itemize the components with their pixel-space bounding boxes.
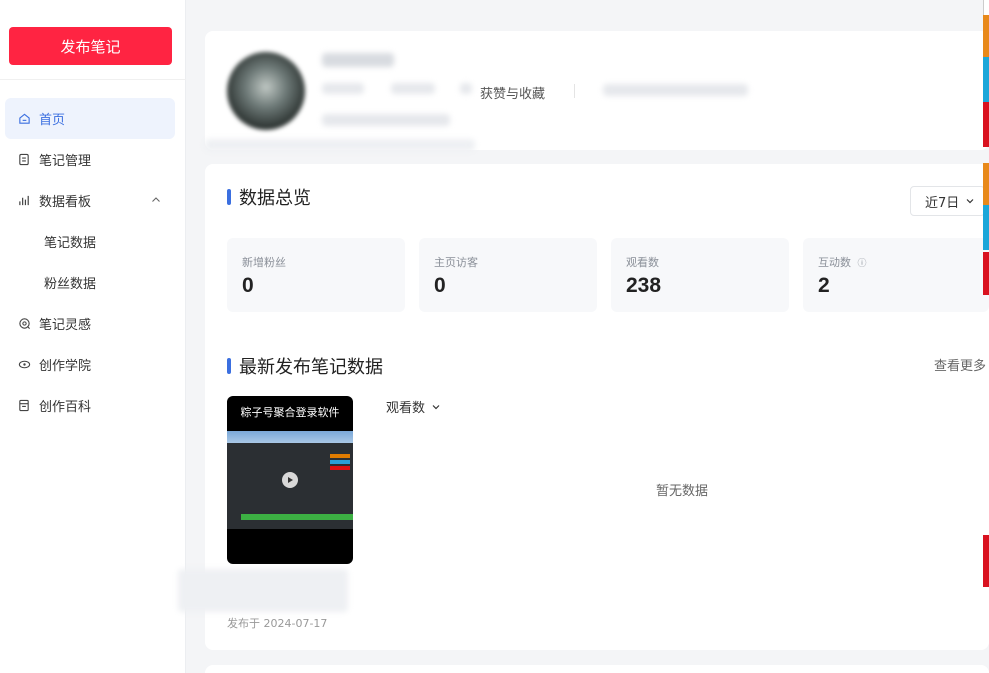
stat-label: 新增粉丝	[242, 256, 286, 269]
date-range-value: 近7日	[925, 195, 960, 211]
redacted-text	[322, 83, 364, 94]
stat-label: 观看数	[626, 256, 659, 269]
academy-icon	[17, 358, 31, 372]
view-more-link[interactable]: 查看更多	[934, 355, 986, 374]
redacted-text	[603, 84, 748, 96]
stat-profile-visitors[interactable]: 主页访客 0	[419, 238, 597, 312]
metric-select[interactable]: 观看数	[386, 397, 441, 416]
thumbnail-detail	[330, 454, 350, 458]
stat-value: 0	[434, 274, 446, 297]
sidebar-item-label: 笔记管理	[39, 154, 92, 169]
divider	[574, 84, 575, 98]
title-accent-bar	[227, 189, 231, 205]
redacted-bio	[322, 114, 450, 126]
stat-label: 主页访客	[434, 256, 478, 269]
redacted-text	[391, 83, 435, 94]
sidebar-item-label: 笔记数据	[44, 236, 97, 251]
sidebar-item-label: 创作百科	[39, 400, 92, 415]
latest-notes-title: 最新发布笔记数据	[227, 353, 383, 379]
note-thumbnail[interactable]: 粽子号聚合登录软件	[227, 396, 353, 564]
redacted-text	[205, 139, 475, 151]
thumbnail-detail	[330, 466, 350, 470]
stat-value: 238	[626, 274, 662, 297]
stat-label: 互动数 ⓘ	[818, 254, 867, 270]
edge-strip	[983, 57, 989, 102]
overview-title-text: 数据总览	[239, 188, 311, 209]
sidebar-item-fan-data[interactable]: 粉丝数据	[5, 262, 175, 303]
empty-state-text: 暂无数据	[656, 484, 709, 499]
avatar	[227, 52, 305, 130]
sidebar-item-note-management[interactable]: 笔记管理	[5, 139, 175, 180]
likes-and-saves-label: 获赞与收藏	[480, 87, 546, 102]
stat-label-text: 互动数	[818, 256, 851, 269]
data-overview-card: 数据总览 近7日 新增粉丝 0 主页访客 0 观看数 238 互动数 ⓘ 2 最…	[178, 164, 989, 650]
stat-value: 0	[242, 274, 254, 297]
thumbnail-title: 粽子号聚合登录软件	[240, 406, 340, 419]
overview-title: 数据总览	[227, 184, 311, 210]
note-icon	[17, 153, 31, 167]
redacted-text	[460, 83, 472, 94]
edge-strip	[983, 0, 989, 15]
sidebar-item-creator-academy[interactable]: 创作学院	[5, 344, 175, 385]
stat-interactions[interactable]: 互动数 ⓘ 2	[803, 238, 989, 312]
latest-notes-title-text: 最新发布笔记数据	[239, 357, 383, 378]
stat-new-fans[interactable]: 新增粉丝 0	[227, 238, 405, 312]
chevron-up-icon[interactable]	[149, 193, 163, 207]
stat-views[interactable]: 观看数 238	[611, 238, 789, 312]
sidebar-item-home[interactable]: 首页	[5, 98, 175, 139]
redacted-note-title	[178, 569, 348, 612]
sidebar-item-label: 数据看板	[39, 195, 92, 210]
chevron-down-icon	[432, 404, 440, 409]
publish-date: 发布于 2024-07-17	[227, 617, 328, 630]
inspiration-icon	[17, 317, 31, 331]
sidebar-item-data-dashboard[interactable]: 数据看板	[5, 180, 175, 221]
thumbnail-detail	[330, 460, 350, 464]
metric-select-value: 观看数	[386, 401, 426, 416]
edge-strip	[983, 535, 989, 587]
sidebar-item-label: 粉丝数据	[44, 277, 97, 292]
sidebar-item-label: 笔记灵感	[39, 318, 92, 333]
thumbnail-image-top	[227, 431, 353, 443]
sidebar-divider	[0, 79, 186, 80]
wiki-icon	[17, 399, 31, 413]
chevron-down-icon	[966, 199, 974, 204]
edge-strip	[983, 252, 989, 295]
sidebar-item-label: 首页	[39, 113, 66, 128]
sidebar-item-note-inspiration[interactable]: 笔记灵感	[5, 303, 175, 344]
info-icon[interactable]: ⓘ	[858, 259, 867, 269]
play-icon[interactable]	[282, 472, 298, 488]
edge-strip	[983, 15, 989, 57]
sidebar-item-creator-wiki[interactable]: 创作百科	[5, 385, 175, 426]
thumbnail-green-bar	[241, 514, 353, 520]
sidebar-nav: 首页 笔记管理 数据看板 笔记数据 粉丝数据 笔记灵感 创作学院 创作百科	[5, 98, 175, 426]
next-section-card	[205, 665, 989, 673]
publish-note-button[interactable]: 发布笔记	[9, 27, 172, 65]
sidebar: 发布笔记 首页 笔记管理 数据看板 笔记数据 粉丝数据 笔记灵感 创作学院 创作…	[0, 0, 186, 673]
date-range-select[interactable]: 近7日	[910, 186, 985, 216]
stat-value: 2	[818, 274, 830, 297]
chart-icon	[17, 194, 31, 208]
title-accent-bar	[227, 358, 231, 374]
edge-strip	[983, 163, 989, 205]
sidebar-item-label: 创作学院	[39, 359, 92, 374]
sidebar-item-note-data[interactable]: 笔记数据	[5, 221, 175, 262]
home-icon	[17, 112, 31, 126]
profile-card: 获赞与收藏	[205, 31, 989, 151]
edge-strip	[983, 205, 989, 250]
edge-strip	[983, 102, 989, 147]
redacted-username	[322, 53, 394, 67]
